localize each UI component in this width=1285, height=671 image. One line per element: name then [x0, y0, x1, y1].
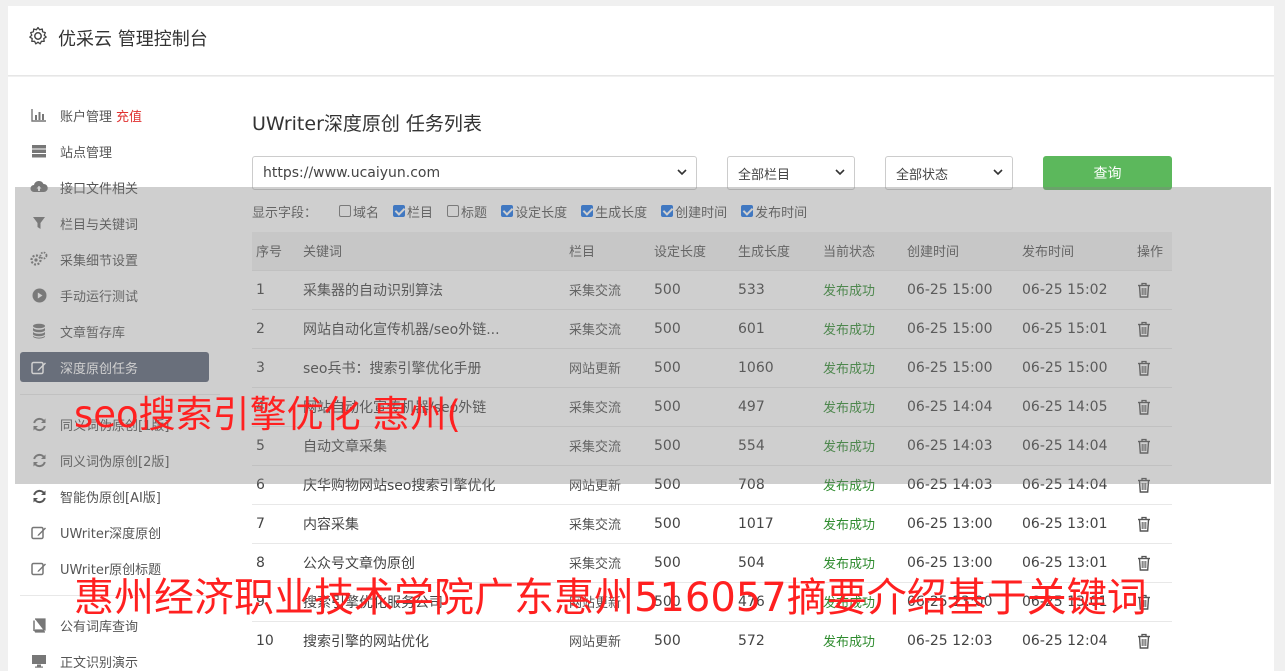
row-actions — [1133, 503, 1172, 543]
recharge-link[interactable]: 充值 — [116, 106, 142, 125]
sidebar-item-label: 正文识别演示 — [60, 655, 139, 671]
gray-overlay — [15, 187, 1271, 484]
row-published: 06-25 12:04 — [1018, 620, 1133, 660]
row-set-length: 500 — [650, 620, 734, 660]
table-row: 10 搜索引擎的网站优化 网站更新 500 572 发布成功 06-25 12:03 06-2… — [252, 620, 1172, 660]
chevron-down-icon — [677, 169, 687, 176]
trash-icon[interactable] — [1137, 516, 1151, 532]
row-gen-length: 1017 — [734, 503, 819, 543]
status-select[interactable]: 全部状态 — [885, 156, 1013, 190]
row-status: 发布成功 — [819, 620, 903, 660]
page-title: UWriter深度原创 任务列表 — [252, 113, 482, 135]
watermark-text: 惠州经济职业技术学院广东惠州516057摘要介绍基于关键词 — [74, 575, 1147, 621]
sidebar-item-smart-ai[interactable]: 智能伪原创[AI版] — [20, 481, 209, 511]
edit-icon — [30, 523, 48, 541]
row-index: 7 — [252, 503, 299, 543]
server-icon — [30, 142, 48, 160]
row-column: 网站更新 — [565, 620, 650, 660]
trash-icon[interactable] — [1137, 633, 1151, 649]
refresh-icon — [30, 487, 48, 505]
row-created: 06-25 12:03 — [903, 620, 1018, 660]
site-select-value: https://www.ucaiyun.com — [263, 165, 441, 181]
row-status: 发布成功 — [819, 503, 903, 543]
chevron-down-icon — [993, 169, 1003, 176]
row-keyword: 搜索引擎的网站优化 — [299, 620, 565, 660]
row-gen-length: 572 — [734, 620, 819, 660]
site-select[interactable]: https://www.ucaiyun.com — [252, 156, 697, 190]
sidebar-item-sites[interactable]: 站点管理 — [20, 136, 209, 166]
status-select-value: 全部状态 — [896, 167, 949, 183]
app-title: 优采云 管理控制台 — [58, 29, 208, 50]
column-select[interactable]: 全部栏目 — [727, 156, 855, 190]
row-actions — [1133, 620, 1172, 660]
top-bar: 优采云 管理控制台 — [8, 6, 1274, 76]
edit-icon — [30, 559, 48, 577]
row-published: 06-25 13:01 — [1018, 503, 1133, 543]
monitor-icon — [30, 652, 48, 670]
row-column: 采集交流 — [565, 503, 650, 543]
row-index: 10 — [252, 620, 299, 660]
gear-icon — [29, 26, 47, 45]
table-row: 7 内容采集 采集交流 500 1017 发布成功 06-25 13:00 06-25 13:… — [252, 503, 1172, 543]
sidebar-item-uwriter-deep[interactable]: UWriter深度原创 — [20, 517, 209, 547]
row-created: 06-25 13:00 — [903, 503, 1018, 543]
query-button[interactable]: 查询 — [1043, 156, 1172, 190]
sidebar-item-label: 账户管理 — [60, 109, 113, 125]
watermark-text: seo搜索引擎优化 惠州( — [74, 393, 461, 436]
sidebar-item-text-recognition[interactable]: 正文识别演示 — [20, 646, 209, 671]
sidebar-item-label: 站点管理 — [60, 145, 113, 161]
sidebar-item-account[interactable]: 账户管理 充值 — [20, 100, 209, 130]
sidebar-item-label: UWriter深度原创 — [60, 526, 162, 542]
row-keyword: 内容采集 — [299, 503, 565, 543]
chevron-down-icon — [835, 169, 845, 176]
column-select-value: 全部栏目 — [738, 167, 791, 183]
book-icon — [30, 616, 48, 634]
sidebar-item-label: 智能伪原创[AI版] — [60, 490, 161, 506]
bar-chart-icon — [30, 106, 48, 124]
row-set-length: 500 — [650, 503, 734, 543]
